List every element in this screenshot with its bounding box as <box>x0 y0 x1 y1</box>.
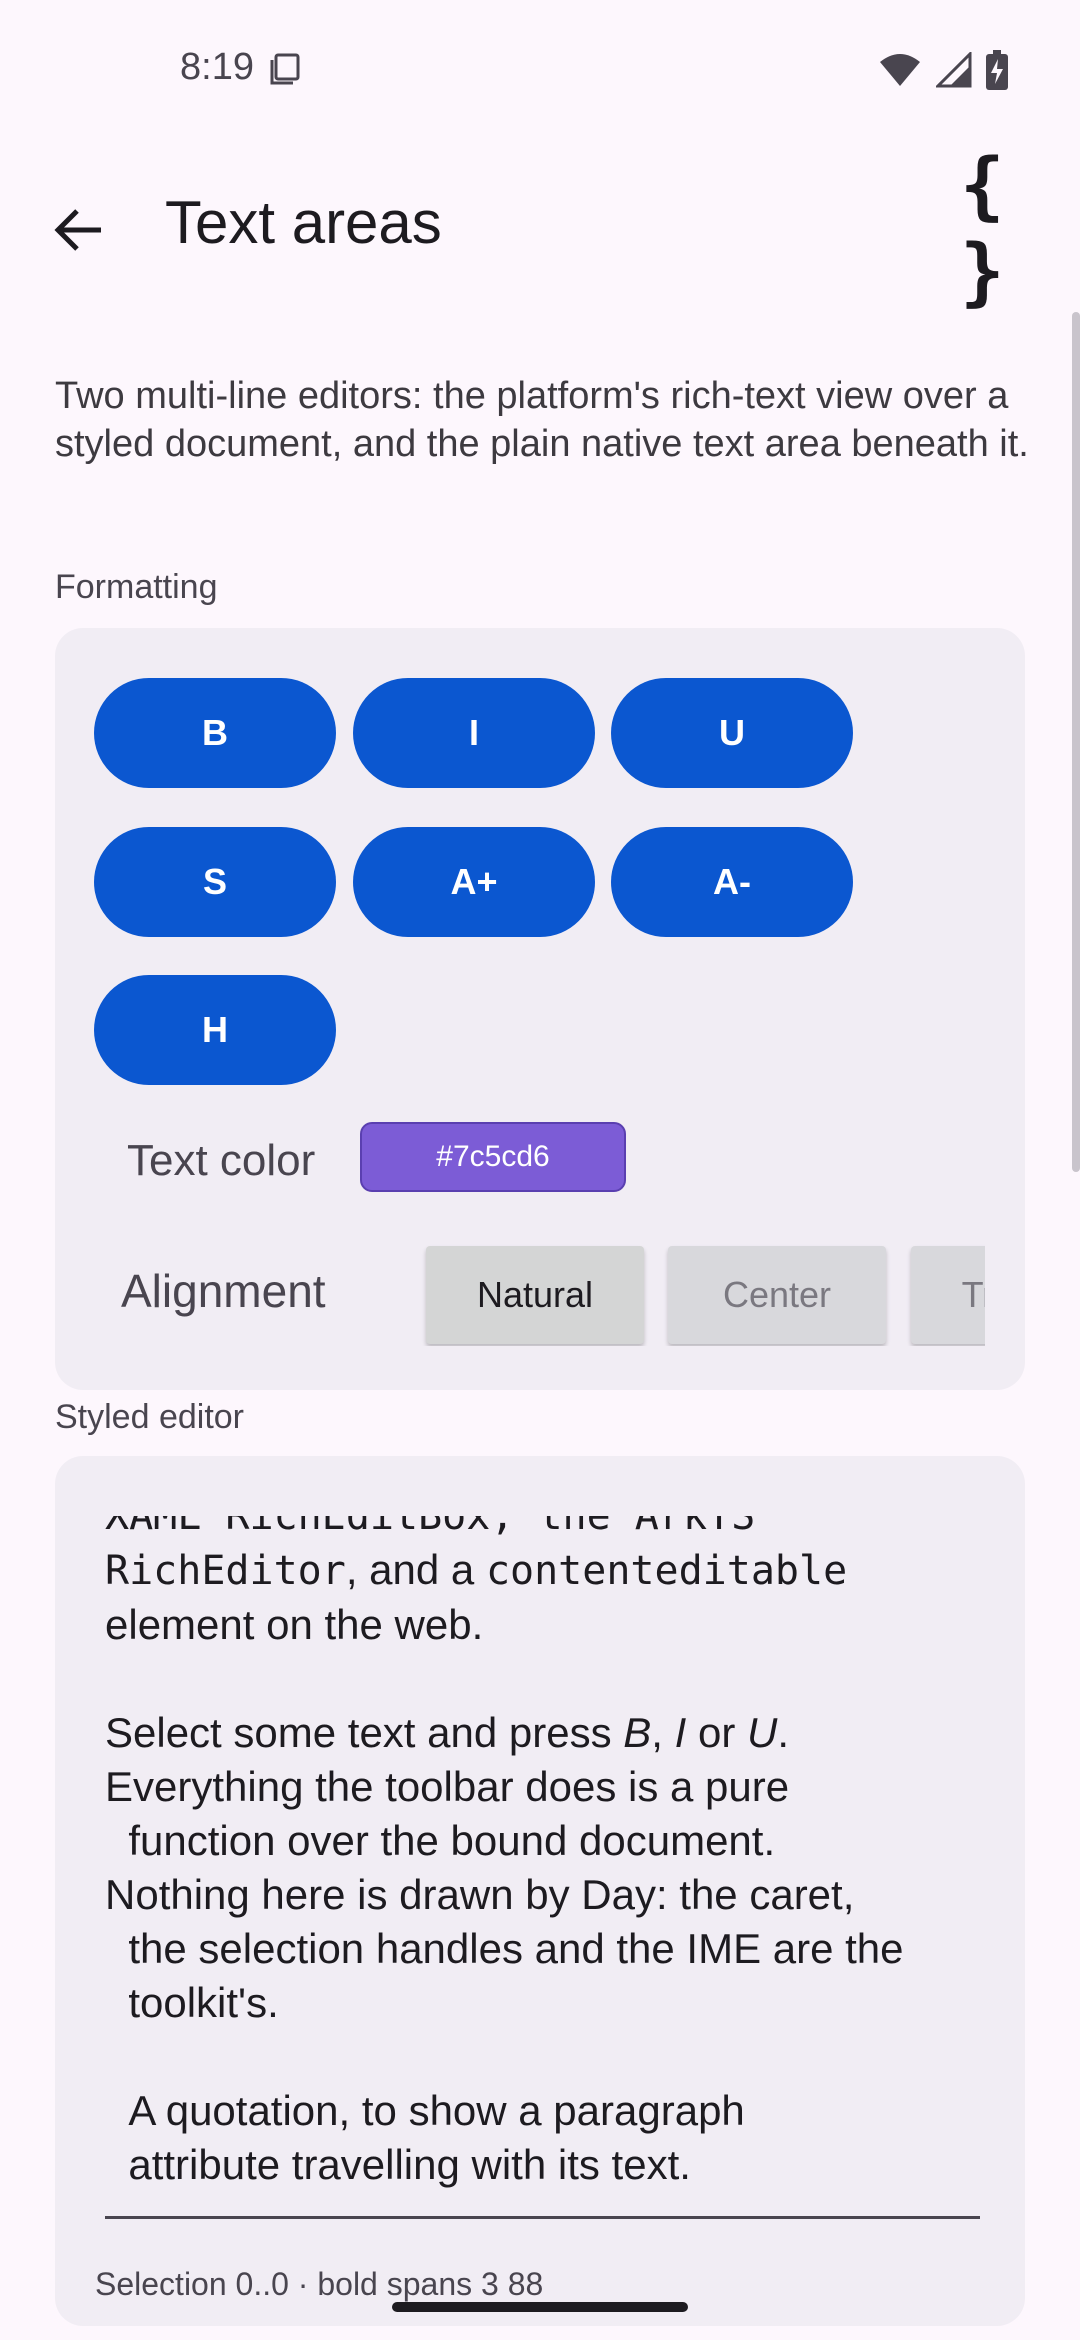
editor-quote-paragraph: A quotation, to show a paragraph attribu… <box>128 2087 745 2188</box>
styled-editor-label: Styled editor <box>55 1398 244 1436</box>
page-description: Two multi-line editors: the platform's r… <box>55 375 1029 465</box>
align-natural-button[interactable]: Natural <box>426 1246 644 1344</box>
editor-text-run: or <box>686 1709 747 1756</box>
editor-line: element on the web. <box>105 1601 484 1648</box>
bold-button[interactable]: B <box>94 678 336 788</box>
top-app-bar: Text areas { } <box>0 143 1080 315</box>
status-bar: 8:19 <box>0 0 1080 140</box>
text-color-picker[interactable]: #7c5cd6 <box>360 1122 626 1192</box>
editor-text-run: , <box>651 1709 675 1756</box>
align-center-button[interactable]: Center <box>668 1246 886 1344</box>
formatting-card: B I U S A+ A- H Text color #7c5cd6 Align… <box>55 628 1025 1390</box>
cell-signal-icon <box>936 52 972 88</box>
italic-span: B <box>623 1709 652 1756</box>
decrease-size-button[interactable]: A- <box>611 827 853 937</box>
styled-editor-card: XAML RichEditBox, the ArkTS RichEditor, … <box>55 1456 1025 2326</box>
code-span: contenteditable <box>485 1548 848 1594</box>
italic-span: U <box>746 1709 778 1756</box>
page-title: Text areas <box>165 189 442 256</box>
arrow-back-icon <box>54 209 101 251</box>
back-button[interactable] <box>40 192 116 268</box>
underline-button[interactable]: U <box>611 678 853 788</box>
code-view-button[interactable]: { } <box>960 143 1050 315</box>
italic-button[interactable]: I <box>353 678 595 788</box>
text-color-label: Text color <box>127 1136 316 1185</box>
increase-size-button[interactable]: A+ <box>353 827 595 937</box>
status-time: 8:19 <box>180 46 254 88</box>
editor-paragraph: Everything the toolbar does is a pure fu… <box>105 1763 904 2026</box>
editor-text-run: , and a <box>345 1546 486 1593</box>
strikethrough-button[interactable]: S <box>94 827 336 937</box>
editor-text-run: . <box>777 1709 789 1756</box>
code-span: RichEditor <box>105 1548 346 1594</box>
editor-text-run: Select some text and press <box>105 1709 624 1756</box>
formatting-label: Formatting <box>55 568 218 606</box>
alignment-label: Alignment <box>121 1265 326 1317</box>
screenshot-notification-icon <box>270 53 300 85</box>
align-trailing-button[interactable]: Trailing <box>911 1246 985 1344</box>
braces-icon: { } <box>960 143 1005 315</box>
battery-charging-icon <box>986 50 1008 90</box>
rich-text-editor[interactable]: XAML RichEditBox, the ArkTS RichEditor, … <box>105 1516 985 2216</box>
editor-status-text: Selection 0..0 · bold spans 3 88 <box>95 2266 544 2302</box>
alignment-segmented-control: Natural Center Trailing <box>370 1236 985 1346</box>
italic-span: I <box>674 1709 687 1756</box>
editor-underline <box>105 2216 980 2219</box>
scrollbar[interactable] <box>1072 312 1080 1172</box>
highlight-button[interactable]: H <box>94 975 336 1085</box>
gesture-navigation-handle[interactable] <box>392 2302 688 2312</box>
wifi-icon <box>880 54 920 86</box>
editor-content: XAML RichEditBox, the ArkTS RichEditor, … <box>105 1516 985 2192</box>
editor-line: XAML RichEditBox, the ArkTS <box>105 1516 756 1539</box>
